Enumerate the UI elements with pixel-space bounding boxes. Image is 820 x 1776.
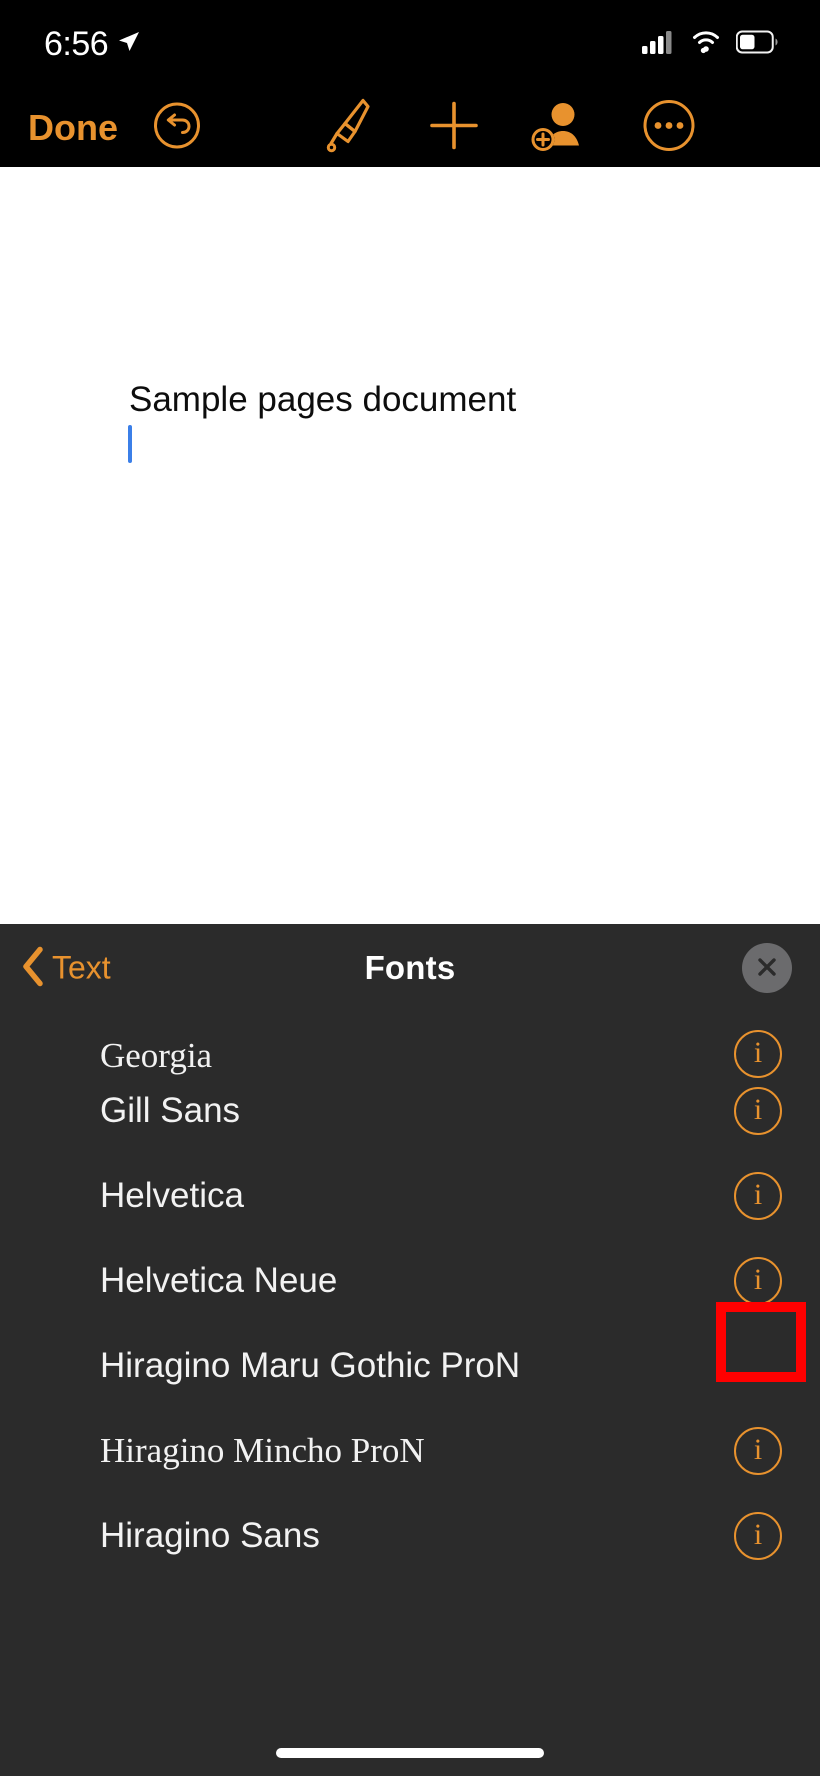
- font-list-item-gill-sans[interactable]: Gill Sans i: [0, 1068, 820, 1153]
- font-list-item-hiragino-mincho-pron[interactable]: Hiragino Mincho ProN i: [0, 1408, 820, 1493]
- font-list[interactable]: Georgia i Gill Sans i Helvetica i Helvet…: [0, 1012, 820, 1776]
- status-bar: 6:56: [0, 0, 820, 88]
- fonts-panel-title: Fonts: [364, 949, 456, 986]
- font-list-item-georgia[interactable]: Georgia i: [0, 1012, 820, 1078]
- fonts-panel-header: Text Fonts: [0, 924, 820, 1012]
- close-x-icon: [754, 954, 780, 983]
- paintbrush-icon[interactable]: [318, 94, 378, 161]
- status-bar-right: [642, 30, 780, 59]
- fonts-panel: Text Fonts Georgia i Gill Sans i Helveti…: [0, 924, 820, 1776]
- ellipsis-circle-icon[interactable]: [641, 97, 697, 158]
- wifi-icon: [690, 30, 722, 59]
- home-indicator: [276, 1748, 544, 1758]
- undo-arrow-circle-icon[interactable]: [152, 100, 202, 155]
- font-name-label: Hiragino Mincho ProN: [100, 1430, 425, 1470]
- font-info-button[interactable]: i: [734, 1511, 782, 1560]
- document-body-text: Sample pages document: [129, 380, 517, 419]
- font-name-label: Gill Sans: [100, 1090, 241, 1130]
- plus-icon[interactable]: [427, 98, 481, 157]
- font-name-label: Helvetica: [100, 1175, 244, 1215]
- status-bar-clock: 6:56: [44, 24, 109, 63]
- font-info-button[interactable]: i: [734, 1256, 782, 1305]
- document-canvas[interactable]: Sample pages document: [0, 167, 820, 924]
- cellular-bars-icon: [642, 30, 676, 59]
- close-panel-button[interactable]: [742, 943, 792, 993]
- location-arrow-icon: [116, 29, 142, 60]
- font-list-item-helvetica[interactable]: Helvetica i: [0, 1153, 820, 1238]
- battery-icon: [735, 30, 780, 59]
- add-person-icon[interactable]: [528, 97, 590, 158]
- font-list-item-hiragino-maru-gothic-pron[interactable]: Hiragino Maru Gothic ProN: [0, 1323, 820, 1408]
- font-info-button[interactable]: i: [734, 1426, 782, 1475]
- status-bar-left: 6:56: [44, 25, 142, 64]
- text-insertion-cursor: [128, 425, 132, 463]
- font-list-item-hiragino-sans[interactable]: Hiragino Sans i: [0, 1493, 820, 1578]
- done-button[interactable]: Done: [28, 107, 118, 149]
- font-info-button[interactable]: i: [734, 1086, 782, 1135]
- font-list-item-helvetica-neue[interactable]: Helvetica Neue i: [0, 1238, 820, 1323]
- font-info-button-helvetica[interactable]: i: [734, 1171, 782, 1220]
- font-name-label: Helvetica Neue: [100, 1260, 338, 1300]
- app-toolbar: Done: [0, 88, 820, 167]
- font-name-label: Hiragino Sans: [100, 1515, 320, 1555]
- font-name-label: Hiragino Maru Gothic ProN: [100, 1345, 521, 1385]
